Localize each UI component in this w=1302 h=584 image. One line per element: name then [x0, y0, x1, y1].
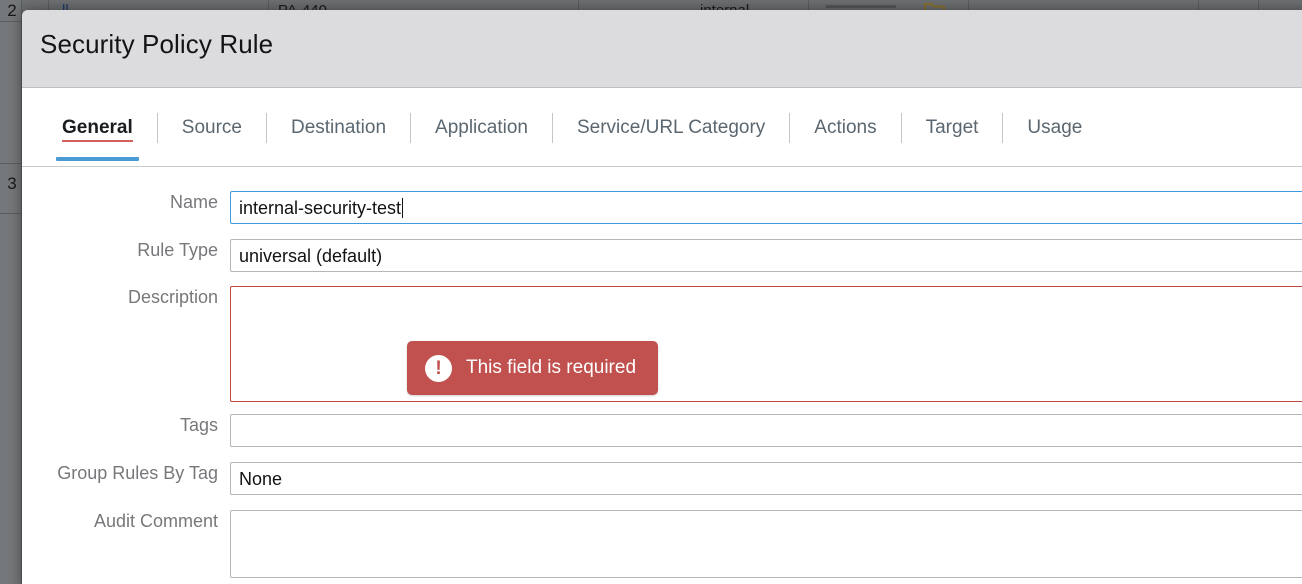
- tab-error-underline-icon: [62, 140, 133, 142]
- form-row-group-rules-by-tag: Group Rules By Tag None: [22, 462, 1302, 495]
- tab-usage[interactable]: Usage: [1003, 110, 1106, 142]
- tab-actions[interactable]: Actions: [790, 110, 900, 142]
- tab-application[interactable]: Application: [411, 110, 552, 142]
- tab-application-label: Application: [435, 117, 528, 138]
- group-rules-by-tag-value: None: [239, 469, 283, 489]
- tags-input[interactable]: [230, 414, 1302, 447]
- table-row-number: 3: [7, 174, 17, 193]
- form-row-name: Name internal-security-test: [22, 191, 1302, 224]
- tab-usage-label: Usage: [1027, 117, 1083, 138]
- form-row-description: Description ! This field is required: [22, 286, 1302, 402]
- validation-error-tooltip: ! This field is required: [407, 341, 659, 395]
- rule-type-value: universal (default): [239, 246, 383, 266]
- security-policy-rule-dialog: Security Policy Rule General Source Dest…: [22, 10, 1302, 584]
- tab-general-label: General: [62, 117, 133, 138]
- tab-service-url-category[interactable]: Service/URL Category: [553, 110, 789, 142]
- rule-type-select[interactable]: universal (default): [230, 239, 1302, 272]
- tab-source[interactable]: Source: [158, 110, 266, 142]
- audit-comment-label: Audit Comment: [93, 511, 218, 531]
- form-row-tags: Tags: [22, 414, 1302, 447]
- rule-type-label: Rule Type: [137, 240, 218, 260]
- name-label: Name: [169, 192, 218, 212]
- tab-actions-label: Actions: [814, 117, 877, 138]
- tab-general[interactable]: General: [40, 110, 157, 161]
- name-input-value: internal-security-test: [239, 198, 402, 218]
- tab-target[interactable]: Target: [902, 110, 1003, 142]
- tab-active-indicator: [56, 157, 139, 161]
- validation-error-text: This field is required: [466, 357, 637, 378]
- tab-bar: General Source Destination Application S…: [22, 110, 1302, 167]
- group-rules-by-tag-select[interactable]: None: [230, 462, 1302, 495]
- page-title: Security Policy Rule: [40, 29, 274, 59]
- exclamation-icon: !: [425, 354, 452, 382]
- tab-list: General Source Destination Application S…: [40, 110, 1106, 164]
- tab-bar-divider: [22, 166, 1302, 167]
- row-number-column: [0, 0, 22, 584]
- tab-destination-label: Destination: [290, 117, 387, 138]
- tab-destination[interactable]: Destination: [267, 110, 410, 142]
- screen-root: 2 3 ll PA-440 internal Security Policy R…: [0, 0, 1302, 584]
- tab-target-label: Target: [925, 117, 979, 138]
- dialog-header: Security Policy Rule: [22, 10, 1302, 88]
- tags-label: Tags: [179, 415, 218, 435]
- group-rules-by-tag-label: Group Rules By Tag: [57, 463, 218, 483]
- tab-source-label: Source: [181, 117, 242, 138]
- name-input[interactable]: internal-security-test: [230, 191, 1302, 224]
- table-row-number: 2: [7, 1, 17, 20]
- tab-service-url-category-label: Service/URL Category: [576, 117, 766, 138]
- table-cell-bar: [826, 5, 896, 8]
- audit-comment-textarea[interactable]: [230, 510, 1302, 578]
- form-row-rule-type: Rule Type universal (default): [22, 239, 1302, 272]
- description-textarea[interactable]: ! This field is required: [230, 286, 1302, 402]
- description-label: Description: [127, 287, 218, 307]
- exclamation-glyph: !: [435, 357, 442, 379]
- form-row-audit-comment: Audit Comment: [22, 510, 1302, 578]
- text-caret: [402, 198, 404, 218]
